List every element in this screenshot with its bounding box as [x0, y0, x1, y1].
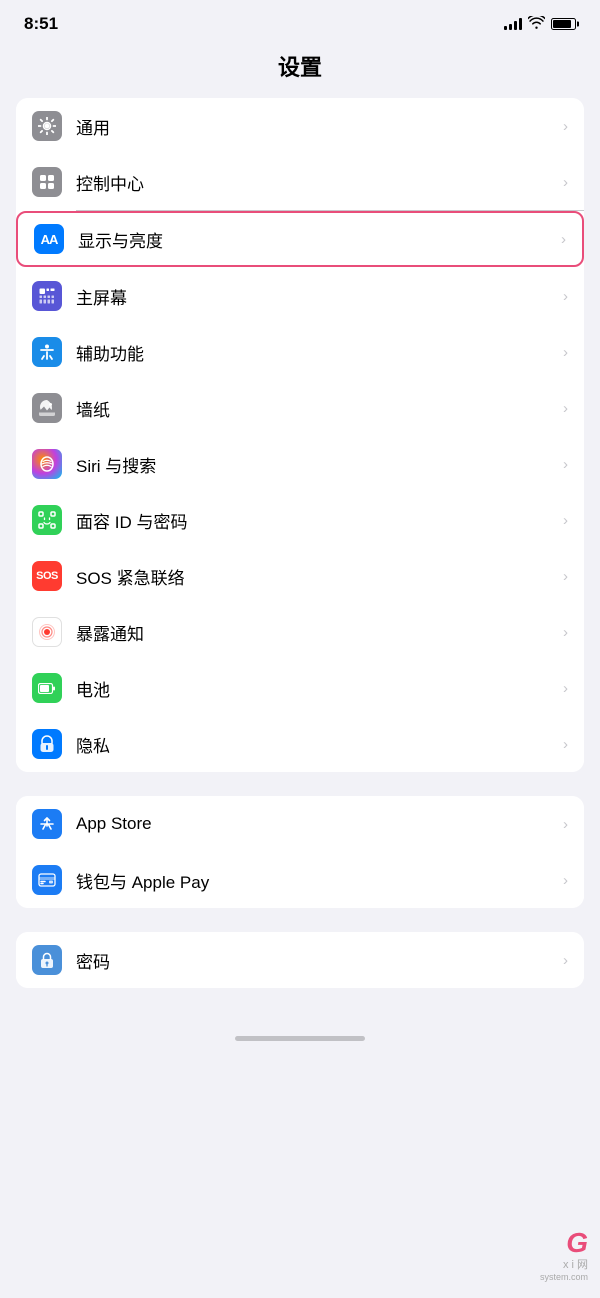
status-time: 8:51 — [24, 14, 58, 34]
settings-row-wallet[interactable]: 钱包与 Apple Pay › — [16, 852, 584, 908]
home-bar — [235, 1036, 365, 1041]
battery-icon — [551, 18, 576, 30]
control-center-label: 控制中心 — [76, 170, 557, 195]
settings-row-homescreen[interactable]: 主屏幕 › — [16, 268, 584, 324]
homescreen-label: 主屏幕 — [76, 284, 557, 309]
settings-row-battery[interactable]: 电池 › — [16, 660, 584, 716]
settings-row-wallpaper[interactable]: 墙纸 › — [16, 380, 584, 436]
general-label: 通用 — [76, 114, 557, 139]
password-icon — [32, 945, 62, 975]
settings-row-password[interactable]: 密码 › — [16, 932, 584, 988]
password-label: 密码 — [76, 948, 557, 973]
sos-icon: SOS — [32, 561, 62, 591]
appstore-chevron: › — [563, 816, 568, 833]
wallet-label: 钱包与 Apple Pay — [76, 868, 557, 893]
watermark-domain: system.com — [540, 1272, 588, 1282]
wifi-icon — [528, 16, 545, 32]
settings-row-faceid[interactable]: 面容 ID 与密码 › — [16, 492, 584, 548]
password-chevron: › — [563, 952, 568, 969]
accessibility-icon — [32, 337, 62, 367]
watermark-g: G — [566, 1227, 588, 1259]
battery-row-icon — [32, 673, 62, 703]
display-chevron: › — [561, 231, 566, 248]
page-title: 设置 — [0, 42, 600, 98]
siri-chevron: › — [563, 456, 568, 473]
signal-icon — [504, 18, 522, 30]
privacy-label: 隐私 — [76, 732, 557, 757]
wallpaper-chevron: › — [563, 400, 568, 417]
faceid-label: 面容 ID 与密码 — [76, 508, 557, 533]
accessibility-chevron: › — [563, 344, 568, 361]
wallpaper-label: 墙纸 — [76, 396, 557, 421]
settings-row-siri[interactable]: Siri 与搜索 › — [16, 436, 584, 492]
settings-row-control-center[interactable]: 控制中心 › — [16, 154, 584, 210]
home-indicator — [0, 1028, 600, 1045]
privacy-chevron: › — [563, 736, 568, 753]
general-icon — [32, 111, 62, 141]
settings-section-1: 通用 › 控制中心 › AA 显示与亮度 › — [16, 98, 584, 772]
status-bar: 8:51 — [0, 0, 600, 42]
wallet-icon — [32, 865, 62, 895]
settings-row-appstore[interactable]: App Store › — [16, 796, 584, 852]
general-chevron: › — [563, 118, 568, 135]
settings-row-privacy[interactable]: 隐私 › — [16, 716, 584, 772]
accessibility-label: 辅助功能 — [76, 340, 557, 365]
faceid-chevron: › — [563, 512, 568, 529]
control-center-icon — [32, 167, 62, 197]
battery-chevron: › — [563, 680, 568, 697]
sos-label: SOS 紧急联络 — [76, 564, 557, 589]
wallpaper-icon — [32, 393, 62, 423]
settings-row-exposure[interactable]: 暴露通知 › — [16, 604, 584, 660]
status-icons — [504, 16, 576, 32]
settings-section-2: App Store › 钱包与 Apple Pay › — [16, 796, 584, 908]
wallet-chevron: › — [563, 872, 568, 889]
battery-label: 电池 — [76, 676, 557, 701]
exposure-icon — [32, 617, 62, 647]
siri-label: Siri 与搜索 — [76, 452, 557, 477]
homescreen-chevron: › — [563, 288, 568, 305]
exposure-chevron: › — [563, 624, 568, 641]
homescreen-icon — [32, 281, 62, 311]
settings-row-general[interactable]: 通用 › — [16, 98, 584, 154]
settings-row-accessibility[interactable]: 辅助功能 › — [16, 324, 584, 380]
watermark-site: x i 网 — [563, 1259, 588, 1272]
settings-row-display[interactable]: AA 显示与亮度 › — [16, 211, 584, 267]
watermark: G x i 网 system.com — [540, 1227, 588, 1282]
exposure-label: 暴露通知 — [76, 620, 557, 645]
control-center-chevron: › — [563, 174, 568, 191]
privacy-icon — [32, 729, 62, 759]
display-icon: AA — [34, 224, 64, 254]
siri-icon — [32, 449, 62, 479]
settings-row-sos[interactable]: SOS SOS 紧急联络 › — [16, 548, 584, 604]
faceid-icon — [32, 505, 62, 535]
sos-chevron: › — [563, 568, 568, 585]
settings-section-3: 密码 › — [16, 932, 584, 988]
display-label: 显示与亮度 — [78, 227, 555, 252]
appstore-label: App Store — [76, 814, 557, 834]
appstore-icon — [32, 809, 62, 839]
